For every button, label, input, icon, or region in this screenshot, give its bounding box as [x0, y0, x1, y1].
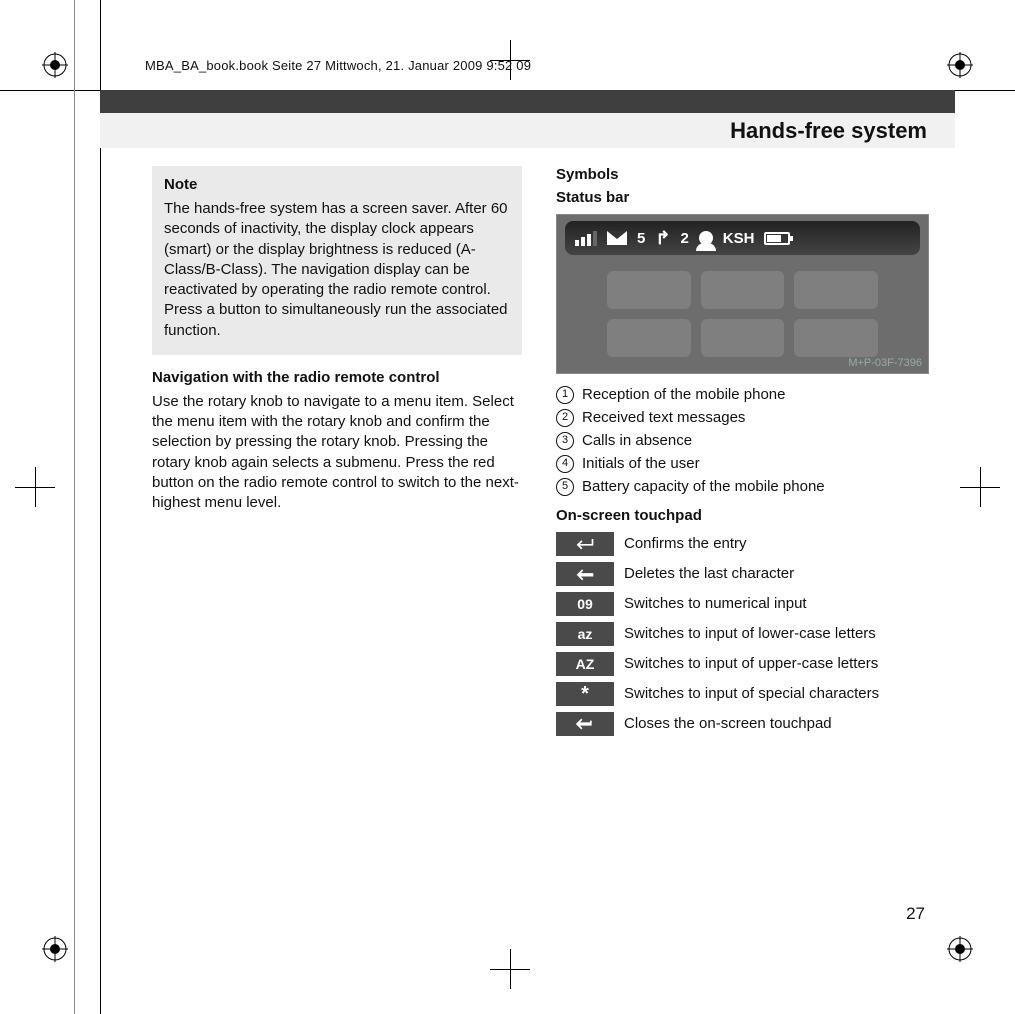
key-uppercase: AZ	[556, 652, 614, 676]
user-initials: KSH	[723, 230, 755, 247]
key-desc: Confirms the entry	[624, 534, 929, 554]
legend-marker: 5	[556, 478, 574, 496]
legend-row: 1 Reception of the mobile phone	[556, 384, 929, 405]
key-desc: Closes the on-screen touchpad	[624, 714, 929, 734]
legend-text: Initials of the user	[582, 453, 700, 474]
section-title: Hands-free system	[730, 118, 927, 144]
legend-marker: 3	[556, 432, 574, 450]
touchpad-table: Confirms the entry Deletes the last char…	[556, 532, 929, 736]
key-desc: Switches to input of special characters	[624, 684, 929, 704]
crop-cross-icon	[15, 467, 55, 507]
status-legend: 1 Reception of the mobile phone 2 Received…	[556, 384, 929, 497]
registration-mark-icon	[42, 936, 68, 962]
envelope-icon	[607, 231, 627, 245]
crop-cross-icon	[490, 949, 530, 989]
registration-mark-icon	[42, 52, 68, 78]
nav-heading: Navigation with the radio remote control	[152, 369, 522, 386]
page-number: 27	[906, 904, 925, 924]
status-bar-heading: Status bar	[556, 189, 929, 206]
key-desc: Switches to input of lower-case letters	[624, 624, 929, 644]
legend-row: 4 Initials of the user	[556, 453, 929, 474]
note-heading: Note	[164, 176, 510, 193]
key-numeric: 09	[556, 592, 614, 616]
nav-body: Use the rotary knob to navigate to a men…	[152, 392, 522, 514]
note-box: Note The hands-free system has a screen …	[152, 166, 522, 355]
key-enter-icon	[556, 532, 614, 556]
missed-count: 2	[680, 230, 688, 247]
framemaker-meta: MBA_BA_book.book Seite 27 Mittwoch, 21. …	[145, 58, 531, 73]
missed-call-icon: ↱	[655, 228, 670, 249]
key-close-icon	[556, 712, 614, 736]
crop-cross-icon	[960, 467, 1000, 507]
battery-icon	[764, 232, 790, 245]
user-icon	[699, 231, 713, 245]
legend-text: Battery capacity of the mobile phone	[582, 476, 825, 497]
legend-text: Reception of the mobile phone	[582, 384, 785, 405]
key-special: *	[556, 682, 614, 706]
key-lowercase: az	[556, 622, 614, 646]
note-body: The hands-free system has a screen saver…	[164, 199, 510, 341]
signal-icon	[575, 231, 597, 246]
status-bar-figure: 5 ↱ 2 KSH M+P-03F-7396	[556, 214, 929, 374]
key-desc: Deletes the last character	[624, 564, 929, 584]
section-header: Hands-free system	[100, 90, 955, 148]
legend-row: 2 Received text messages	[556, 407, 929, 428]
registration-mark-icon	[947, 52, 973, 78]
gutter-line	[74, 0, 75, 1014]
legend-marker: 2	[556, 409, 574, 427]
legend-text: Received text messages	[582, 407, 745, 428]
legend-text: Calls in absence	[582, 430, 692, 451]
figure-code: M+P-03F-7396	[848, 357, 922, 369]
legend-marker: 1	[556, 386, 574, 404]
legend-row: 3 Calls in absence	[556, 430, 929, 451]
touchpad-heading: On-screen touchpad	[556, 507, 929, 524]
home-grid	[607, 271, 878, 357]
legend-marker: 4	[556, 455, 574, 473]
page-content: Hands-free system Note The hands-free sy…	[100, 90, 955, 954]
key-desc: Switches to input of upper-case letters	[624, 654, 929, 674]
key-desc: Switches to numerical input	[624, 594, 929, 614]
symbols-heading: Symbols	[556, 166, 929, 183]
legend-row: 5 Battery capacity of the mobile phone	[556, 476, 929, 497]
key-backspace-icon	[556, 562, 614, 586]
message-count: 5	[637, 230, 645, 247]
